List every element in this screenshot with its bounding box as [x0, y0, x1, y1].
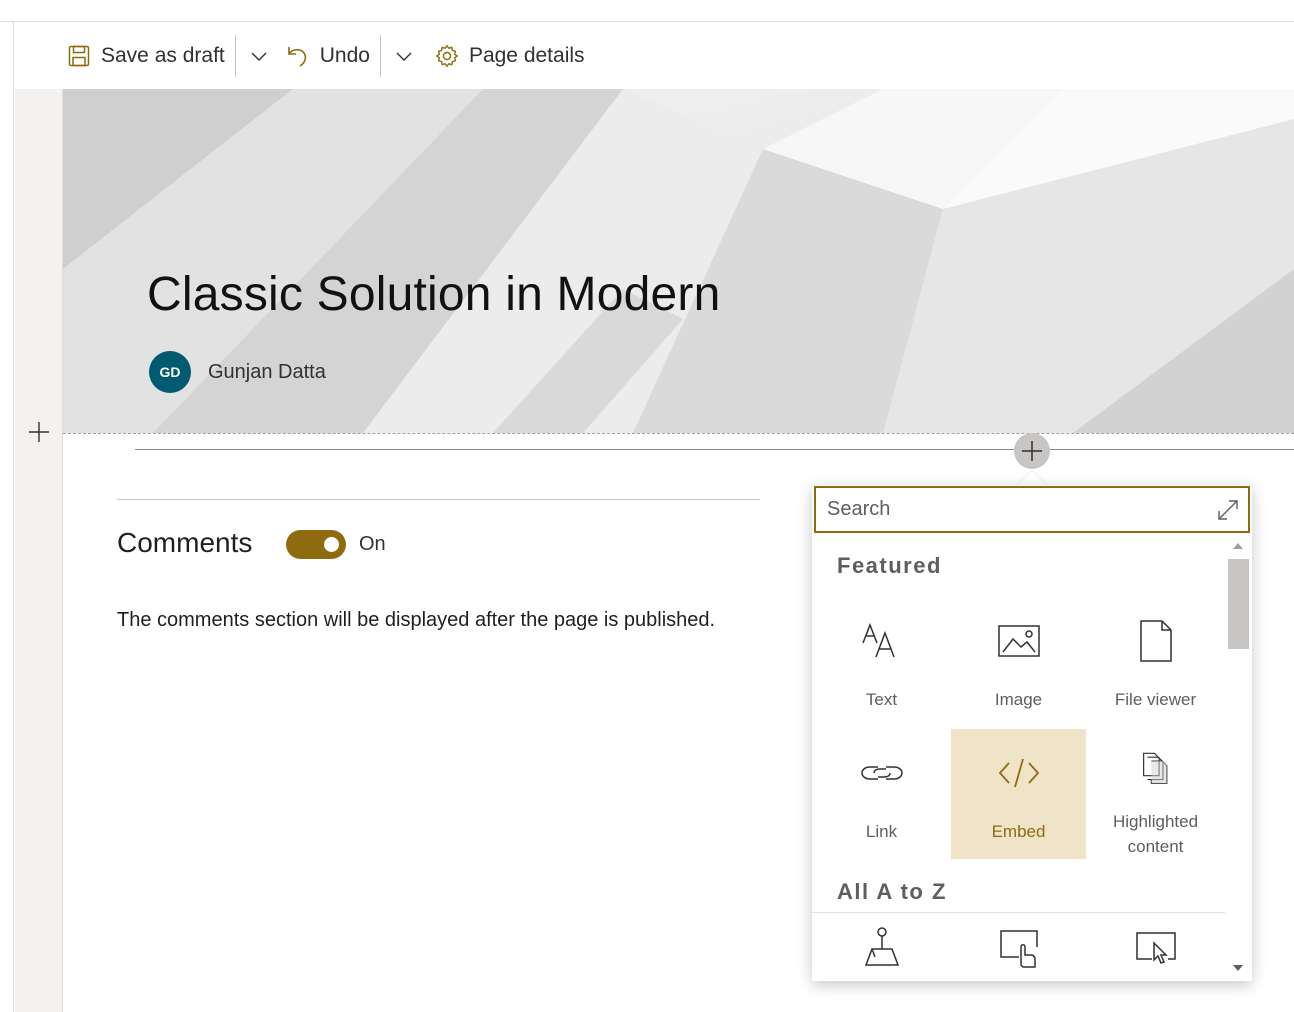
- add-section-icon[interactable]: [27, 420, 51, 444]
- touch-screen-icon: [999, 930, 1038, 968]
- page-title[interactable]: Classic Solution in Modern: [147, 267, 720, 322]
- command-bar: Save as draft Undo Page details: [15, 23, 1294, 89]
- webpart-toolbox: Featured Text Image File viewer: [812, 485, 1252, 981]
- expand-icon[interactable]: [1216, 498, 1240, 522]
- undo-button[interactable]: Undo: [282, 36, 374, 76]
- undo-options-dropdown[interactable]: [387, 36, 421, 76]
- left-rail: [15, 89, 63, 1012]
- embed-icon: [998, 758, 1039, 788]
- all-a-to-z-heading: All A to Z: [837, 879, 947, 904]
- page-details-label: Page details: [468, 44, 585, 67]
- map-pin-icon: [864, 927, 899, 966]
- toggle-knob: [324, 537, 339, 552]
- scroll-up-arrow-icon[interactable]: [1233, 543, 1243, 549]
- scroll-down-arrow-icon[interactable]: [1233, 965, 1243, 971]
- save-as-draft-label: Save as draft: [101, 44, 225, 67]
- tile-label: File viewer: [1114, 690, 1197, 709]
- toolbox-scrollbar[interactable]: [1225, 537, 1252, 981]
- comments-note: The comments section will be displayed a…: [117, 609, 716, 631]
- chevron-down-icon: [251, 52, 267, 61]
- add-webpart-button[interactable]: [1014, 433, 1050, 469]
- chevron-down-icon: [396, 52, 412, 61]
- page-details-button[interactable]: Page details: [431, 36, 589, 76]
- webpart-tile-highlighted-content[interactable]: Highlighted content: [1088, 729, 1223, 859]
- comments-toggle-label: On: [359, 533, 386, 555]
- undo-icon: [287, 47, 306, 67]
- toolbar-separator: [379, 35, 381, 77]
- webpart-tile-embed[interactable]: Embed: [951, 729, 1086, 859]
- save-as-draft-button[interactable]: Save as draft: [63, 36, 229, 76]
- left-gutter: [0, 22, 14, 1012]
- tile-label: Image: [994, 690, 1043, 709]
- tile-label: Text: [865, 690, 898, 709]
- top-strip: [0, 0, 1294, 22]
- toolbox-list: Featured Text Image File viewer Link Emb…: [812, 537, 1225, 981]
- highlighted-content-icon: [1142, 752, 1167, 785]
- link-icon: [860, 766, 903, 780]
- toolbox-search-input[interactable]: [827, 498, 1197, 521]
- comments-divider: [117, 499, 760, 500]
- webpart-tile-text[interactable]: Text: [814, 597, 949, 727]
- avatar[interactable]: GD: [149, 351, 191, 393]
- tile-label: Link: [865, 822, 898, 841]
- tile-label: Embed: [991, 822, 1046, 841]
- undo-label: Undo: [319, 44, 370, 67]
- webpart-tile-az-2[interactable]: [951, 903, 1086, 981]
- plus-icon: [1022, 441, 1042, 461]
- section-boundary-dashed: [63, 433, 1294, 434]
- save-icon: [68, 45, 90, 67]
- toolbox-search-box[interactable]: [814, 486, 1250, 533]
- image-icon: [997, 625, 1040, 657]
- toolbar-separator: [234, 35, 236, 77]
- insert-webpart-line: [135, 449, 1294, 450]
- webpart-tile-file-viewer[interactable]: File viewer: [1088, 597, 1223, 727]
- author-name[interactable]: Gunjan Datta: [208, 361, 326, 384]
- comments-toggle[interactable]: [286, 530, 346, 559]
- title-region: Classic Solution in Modern GD Gunjan Dat…: [63, 89, 1294, 433]
- presentation-cursor-icon: [1135, 932, 1176, 964]
- save-options-dropdown[interactable]: [242, 36, 276, 76]
- scroll-thumb[interactable]: [1228, 559, 1249, 649]
- webpart-tile-image[interactable]: Image: [951, 597, 1086, 727]
- webpart-tile-az-3[interactable]: [1088, 903, 1223, 981]
- gear-icon: [435, 44, 459, 68]
- file-icon: [1139, 620, 1172, 662]
- tile-label: Highlighted content: [1112, 812, 1199, 856]
- featured-heading: Featured: [837, 553, 942, 578]
- text-icon: [861, 622, 895, 658]
- webpart-tile-link[interactable]: Link: [814, 729, 949, 859]
- author-byline: GD Gunjan Datta: [149, 351, 326, 393]
- webpart-tile-az-1[interactable]: [814, 903, 949, 981]
- comments-heading: Comments: [117, 527, 253, 558]
